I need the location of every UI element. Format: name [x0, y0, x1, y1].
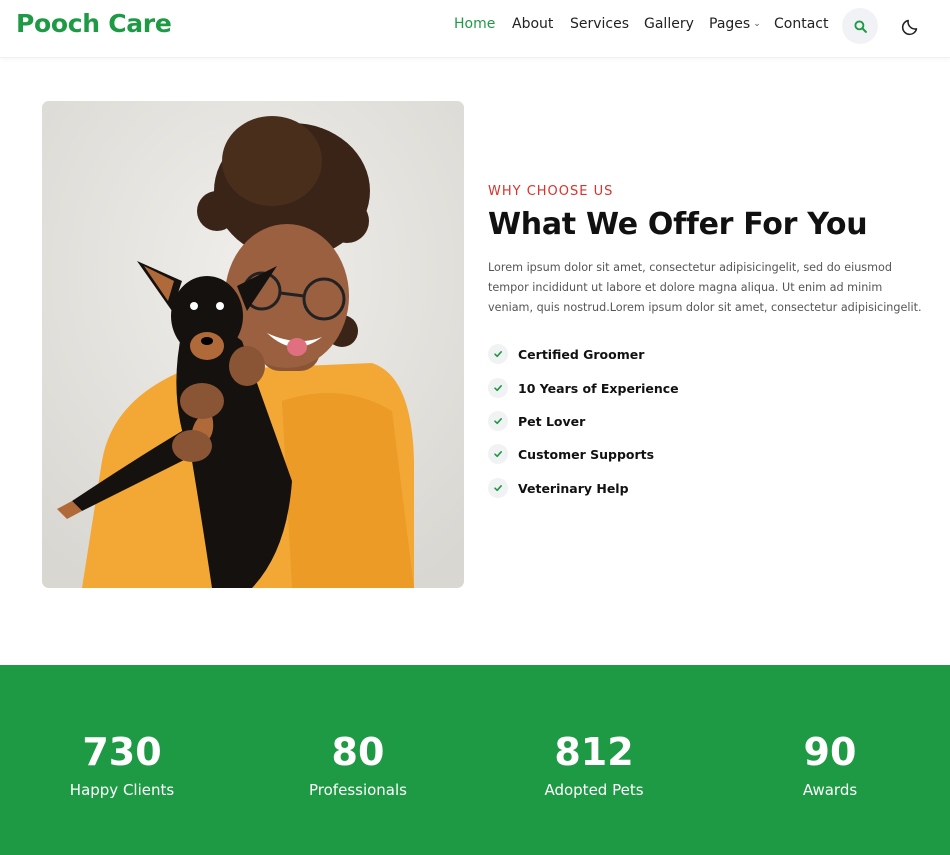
nav-services[interactable]: Services	[570, 16, 629, 32]
feature-label: Pet Lover	[518, 413, 586, 429]
stat-value: 730	[82, 730, 162, 774]
stat-value: 90	[803, 730, 857, 774]
section-title: What We Offer For You	[488, 207, 868, 242]
search-button[interactable]	[842, 8, 878, 44]
feature-item: Customer Supports	[488, 443, 654, 465]
nav-gallery[interactable]: Gallery	[644, 16, 694, 32]
stat-label: Adopted Pets	[544, 781, 644, 799]
feature-label: Certified Groomer	[518, 346, 645, 362]
site-header: Pooch Care Home About Services Gallery P…	[0, 0, 950, 58]
check-icon	[488, 444, 508, 464]
section-paragraph: Lorem ipsum dolor sit amet, consectetur …	[488, 261, 922, 314]
site-logo[interactable]: Pooch Care	[16, 9, 172, 38]
feature-item: Certified Groomer	[488, 343, 644, 365]
feature-item: Pet Lover	[488, 410, 585, 432]
feature-item: 10 Years of Experience	[488, 377, 679, 399]
search-icon	[853, 19, 867, 33]
check-icon	[488, 478, 508, 498]
stat-value: 80	[331, 730, 385, 774]
stat-label: Professionals	[309, 781, 407, 799]
stat-value: 812	[554, 730, 634, 774]
nav-home[interactable]: Home	[454, 16, 495, 32]
nav-pages[interactable]: Pages ⌄	[709, 16, 761, 32]
woman-with-dog-image	[42, 101, 464, 588]
check-icon	[488, 411, 508, 431]
feature-label: Customer Supports	[518, 446, 655, 462]
nav-pages-label: Pages	[709, 16, 751, 32]
stat-happy-clients: 730 Happy Clients	[22, 729, 222, 799]
stat-awards: 90 Awards	[730, 729, 930, 799]
nav-contact[interactable]: Contact	[774, 16, 828, 32]
stat-label: Awards	[802, 781, 858, 799]
moon-icon	[901, 19, 918, 36]
stat-label: Happy Clients	[69, 781, 175, 799]
check-icon	[488, 344, 508, 364]
feature-label: 10 Years of Experience	[518, 380, 679, 396]
theme-toggle-button[interactable]	[901, 16, 921, 36]
stats-band: 730 Happy Clients 80 Professionals 812 A…	[0, 665, 950, 855]
chevron-down-icon: ⌄	[753, 19, 761, 29]
feature-label: Veterinary Help	[518, 480, 629, 496]
check-icon	[488, 378, 508, 398]
nav-about[interactable]: About	[512, 16, 553, 32]
section-eyebrow: WHY CHOOSE US	[488, 184, 614, 199]
stat-adopted-pets: 812 Adopted Pets	[494, 729, 694, 799]
stat-professionals: 80 Professionals	[258, 729, 458, 799]
feature-item: Veterinary Help	[488, 477, 629, 499]
about-image	[42, 101, 464, 588]
